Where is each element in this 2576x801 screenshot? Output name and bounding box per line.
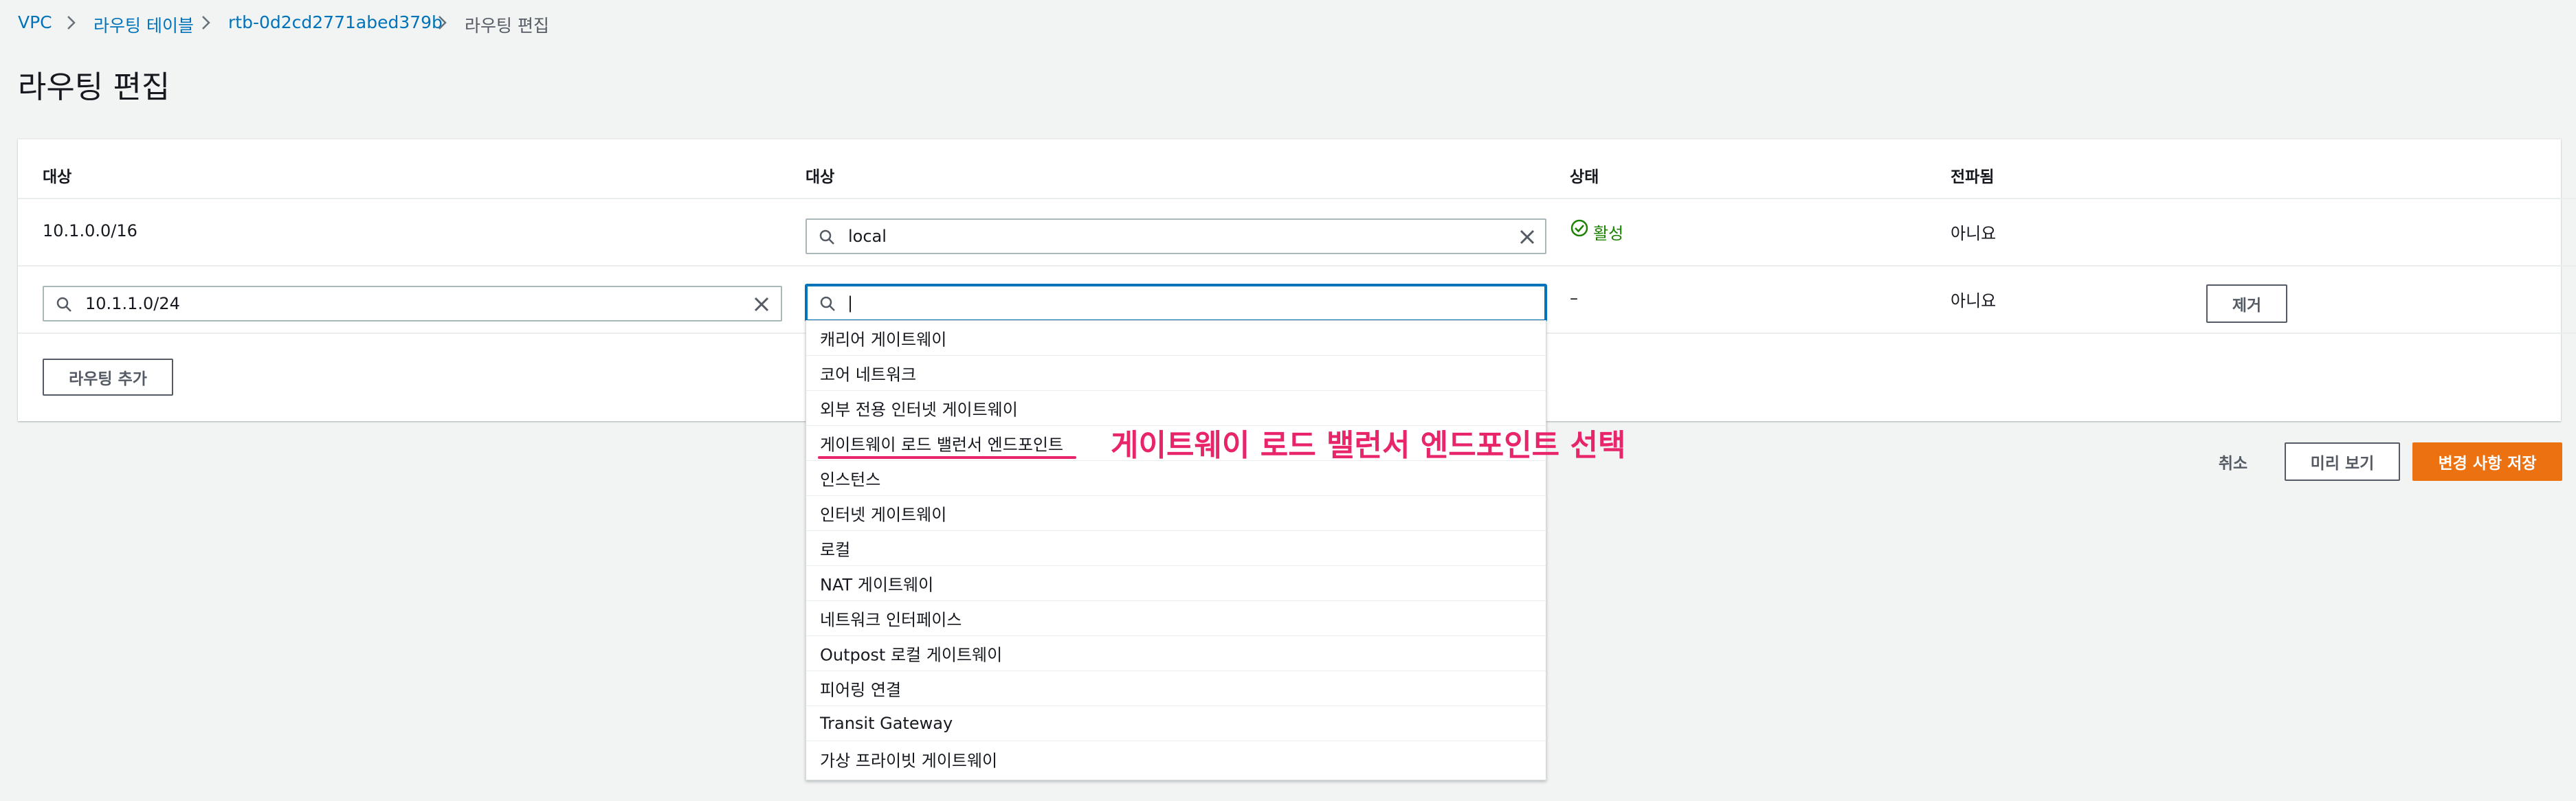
column-header-target: 대상 xyxy=(806,168,835,186)
clear-icon[interactable] xyxy=(1518,227,1537,249)
dropdown-option-label: Outpost 로컬 게이트웨이 xyxy=(820,645,1003,665)
breadcrumb-current: 라우팅 편집 xyxy=(465,16,549,36)
dropdown-option[interactable]: 인터넷 게이트웨이 xyxy=(806,496,1546,531)
chevron-right-icon xyxy=(433,14,451,32)
remove-button[interactable]: 제거 xyxy=(2206,284,2287,323)
search-icon xyxy=(818,228,836,249)
dropdown-option[interactable]: 코어 네트워크 xyxy=(806,356,1546,391)
dropdown-option-label: 네트워크 인터페이스 xyxy=(820,610,962,630)
dropdown-option[interactable]: NAT 게이트웨이 xyxy=(806,566,1546,601)
remove-button-label: 제거 xyxy=(2232,297,2262,315)
dropdown-option[interactable]: 네트워크 인터페이스 xyxy=(806,601,1546,636)
cancel-button-label: 취소 xyxy=(2218,455,2248,473)
dropdown-option-label: Transit Gateway xyxy=(820,714,953,733)
row-propagated: 아니요 xyxy=(1951,291,1997,311)
dropdown-option[interactable]: 인스턴스 xyxy=(806,461,1546,496)
preview-button[interactable]: 미리 보기 xyxy=(2285,442,2400,481)
dropdown-option-label: 인터넷 게이트웨이 xyxy=(820,505,947,525)
add-route-button[interactable]: 라우팅 추가 xyxy=(43,359,173,396)
save-changes-button-label: 변경 사항 저장 xyxy=(2438,455,2537,473)
status-empty: – xyxy=(1570,289,1578,308)
row-destination: 10.1.0.0/16 xyxy=(43,221,137,240)
target-dropdown: 캐리어 게이트웨이 코어 네트워크 외부 전용 인터넷 게이트웨이 게이트웨이 … xyxy=(806,320,1546,780)
dropdown-option-label: 캐리어 게이트웨이 xyxy=(820,330,947,350)
dropdown-option-label: NAT 게이트웨이 xyxy=(820,575,934,595)
dropdown-option-label: 로컬 xyxy=(820,540,851,560)
clear-icon[interactable] xyxy=(752,295,771,317)
cancel-button[interactable]: 취소 xyxy=(2197,442,2269,481)
status-active: 활성 xyxy=(1593,224,1624,243)
chevron-right-icon xyxy=(62,14,80,32)
column-header-status: 상태 xyxy=(1570,168,1599,186)
target-input-row2[interactable]: | xyxy=(806,284,1546,321)
row-propagated: 아니요 xyxy=(1951,224,1997,243)
search-icon xyxy=(819,295,836,315)
column-header-propagated: 전파됨 xyxy=(1951,168,1995,186)
breadcrumb-route-tables[interactable]: 라우팅 테이블 xyxy=(93,12,194,37)
page-title: 라우팅 편집 xyxy=(18,69,170,105)
chevron-right-icon xyxy=(197,14,214,32)
save-changes-button[interactable]: 변경 사항 저장 xyxy=(2412,442,2562,481)
dropdown-option-label: 코어 네트워크 xyxy=(820,365,917,385)
dropdown-option[interactable]: 캐리어 게이트웨이 xyxy=(806,321,1546,356)
dropdown-option[interactable]: Outpost 로컬 게이트웨이 xyxy=(806,636,1546,671)
add-route-button-label: 라우팅 추가 xyxy=(69,370,147,388)
dropdown-option[interactable]: 피어링 연결 xyxy=(806,671,1546,706)
destination-value: 10.1.1.0/24 xyxy=(85,294,180,313)
breadcrumb-route-table-id[interactable]: rtb-0d2cd2771abed379b xyxy=(228,12,443,32)
dropdown-option-label: 외부 전용 인터넷 게이트웨이 xyxy=(820,400,1018,420)
search-icon xyxy=(55,295,73,316)
header-divider xyxy=(18,198,2576,199)
row-divider xyxy=(18,265,2576,267)
text-cursor: | xyxy=(847,293,854,313)
preview-button-label: 미리 보기 xyxy=(2310,455,2375,473)
destination-input-row2[interactable]: 10.1.1.0/24 xyxy=(43,286,782,321)
dropdown-option[interactable]: 로컬 xyxy=(806,531,1546,566)
annotation-underline xyxy=(818,456,1076,459)
status-check-icon xyxy=(1570,218,1589,240)
dropdown-option[interactable]: Transit Gateway xyxy=(806,706,1546,741)
target-value: local xyxy=(848,227,887,246)
dropdown-option[interactable]: 가상 프라이빗 게이트웨이 xyxy=(806,741,1546,776)
dropdown-option-label: 피어링 연결 xyxy=(820,680,902,700)
target-input-row1[interactable]: local xyxy=(806,218,1546,254)
dropdown-option-label: 인스턴스 xyxy=(820,470,881,490)
column-header-destination: 대상 xyxy=(43,168,72,186)
annotation-label: 게이트웨이 로드 밸런서 엔드포인트 선택 xyxy=(1111,428,1626,463)
dropdown-option-label: 게이트웨이 로드 밸런서 엔드포인트 xyxy=(820,435,1064,455)
breadcrumb-vpc[interactable]: VPC xyxy=(18,12,52,32)
dropdown-option-label: 가상 프라이빗 게이트웨이 xyxy=(820,751,998,770)
